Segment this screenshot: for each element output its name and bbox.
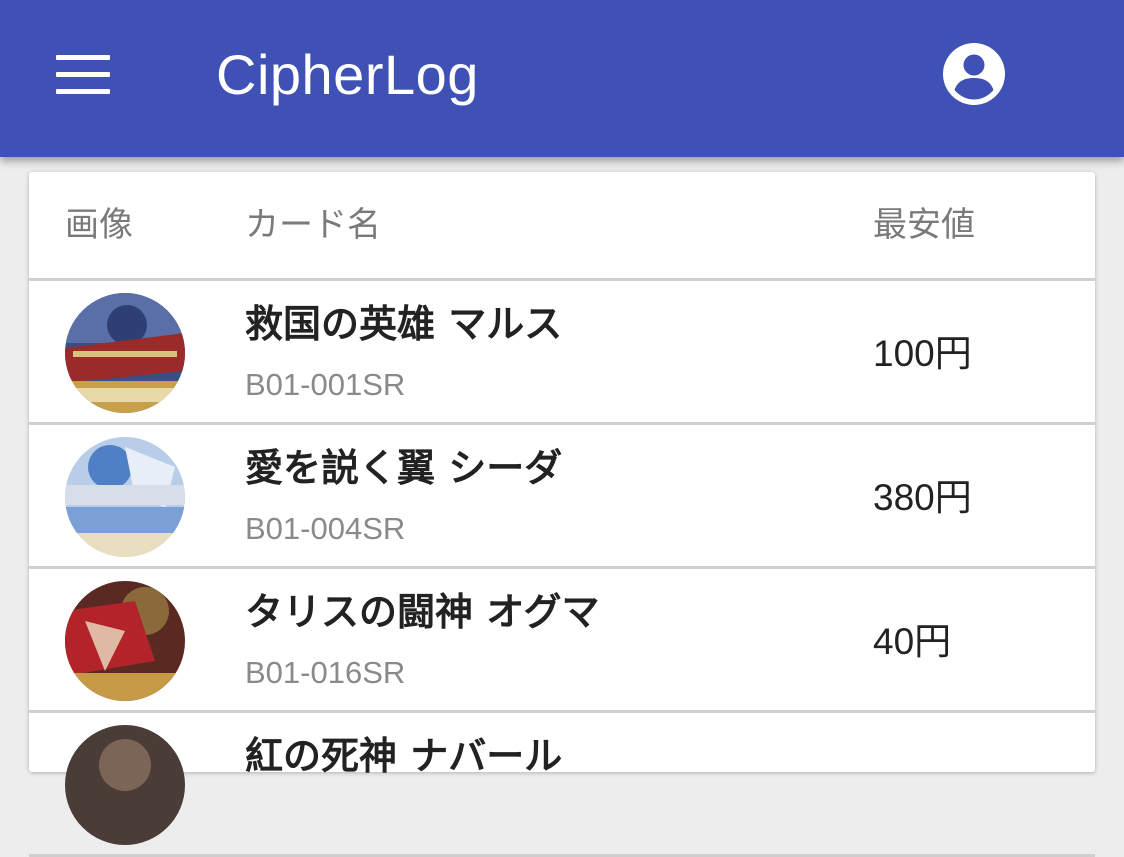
card-price: 100円 [873, 333, 972, 374]
app-bar: CipherLog [0, 0, 1124, 157]
menu-button[interactable] [44, 44, 122, 106]
card-thumbnail [65, 293, 185, 413]
card-price: 380円 [873, 477, 972, 518]
hamburger-menu-icon [56, 55, 110, 60]
card-code: B01-016SR [245, 655, 406, 690]
table-row[interactable]: 紅の死神 ナバール [29, 713, 1095, 857]
header-card-name: カード名 [245, 205, 381, 245]
card-thumbnail [65, 725, 185, 845]
header-lowest-price: 最安値 [873, 205, 975, 245]
account-circle-icon [943, 43, 1005, 105]
hamburger-menu-icon-line [56, 89, 110, 94]
table-row[interactable]: 救国の英雄 マルス B01-001SR 100円 [29, 281, 1095, 425]
card-name: 紅の死神 ナバール [245, 734, 563, 778]
hamburger-menu-icon-line [56, 72, 110, 77]
account-button[interactable] [938, 38, 1010, 110]
app-title: CipherLog [216, 43, 479, 106]
card-name: 救国の英雄 マルス [245, 302, 563, 346]
card-code: B01-004SR [245, 511, 406, 546]
card-list-table: 画像 カード名 最安値 救国の英雄 マルス B01-001SR 100円 愛を説… [29, 172, 1095, 857]
card-price: 40円 [873, 621, 952, 662]
table-row[interactable]: タリスの闘神 オグマ B01-016SR 40円 [29, 569, 1095, 713]
card-name: タリスの闘神 オグマ [245, 590, 600, 634]
table-header: 画像 カード名 最安値 [29, 172, 1095, 281]
card-thumbnail [65, 581, 185, 701]
card-name: 愛を説く翼 シーダ [245, 446, 563, 490]
card-thumbnail [65, 437, 185, 557]
card-code: B01-001SR [245, 367, 406, 402]
header-image: 画像 [65, 205, 133, 245]
table-row[interactable]: 愛を説く翼 シーダ B01-004SR 380円 [29, 425, 1095, 569]
